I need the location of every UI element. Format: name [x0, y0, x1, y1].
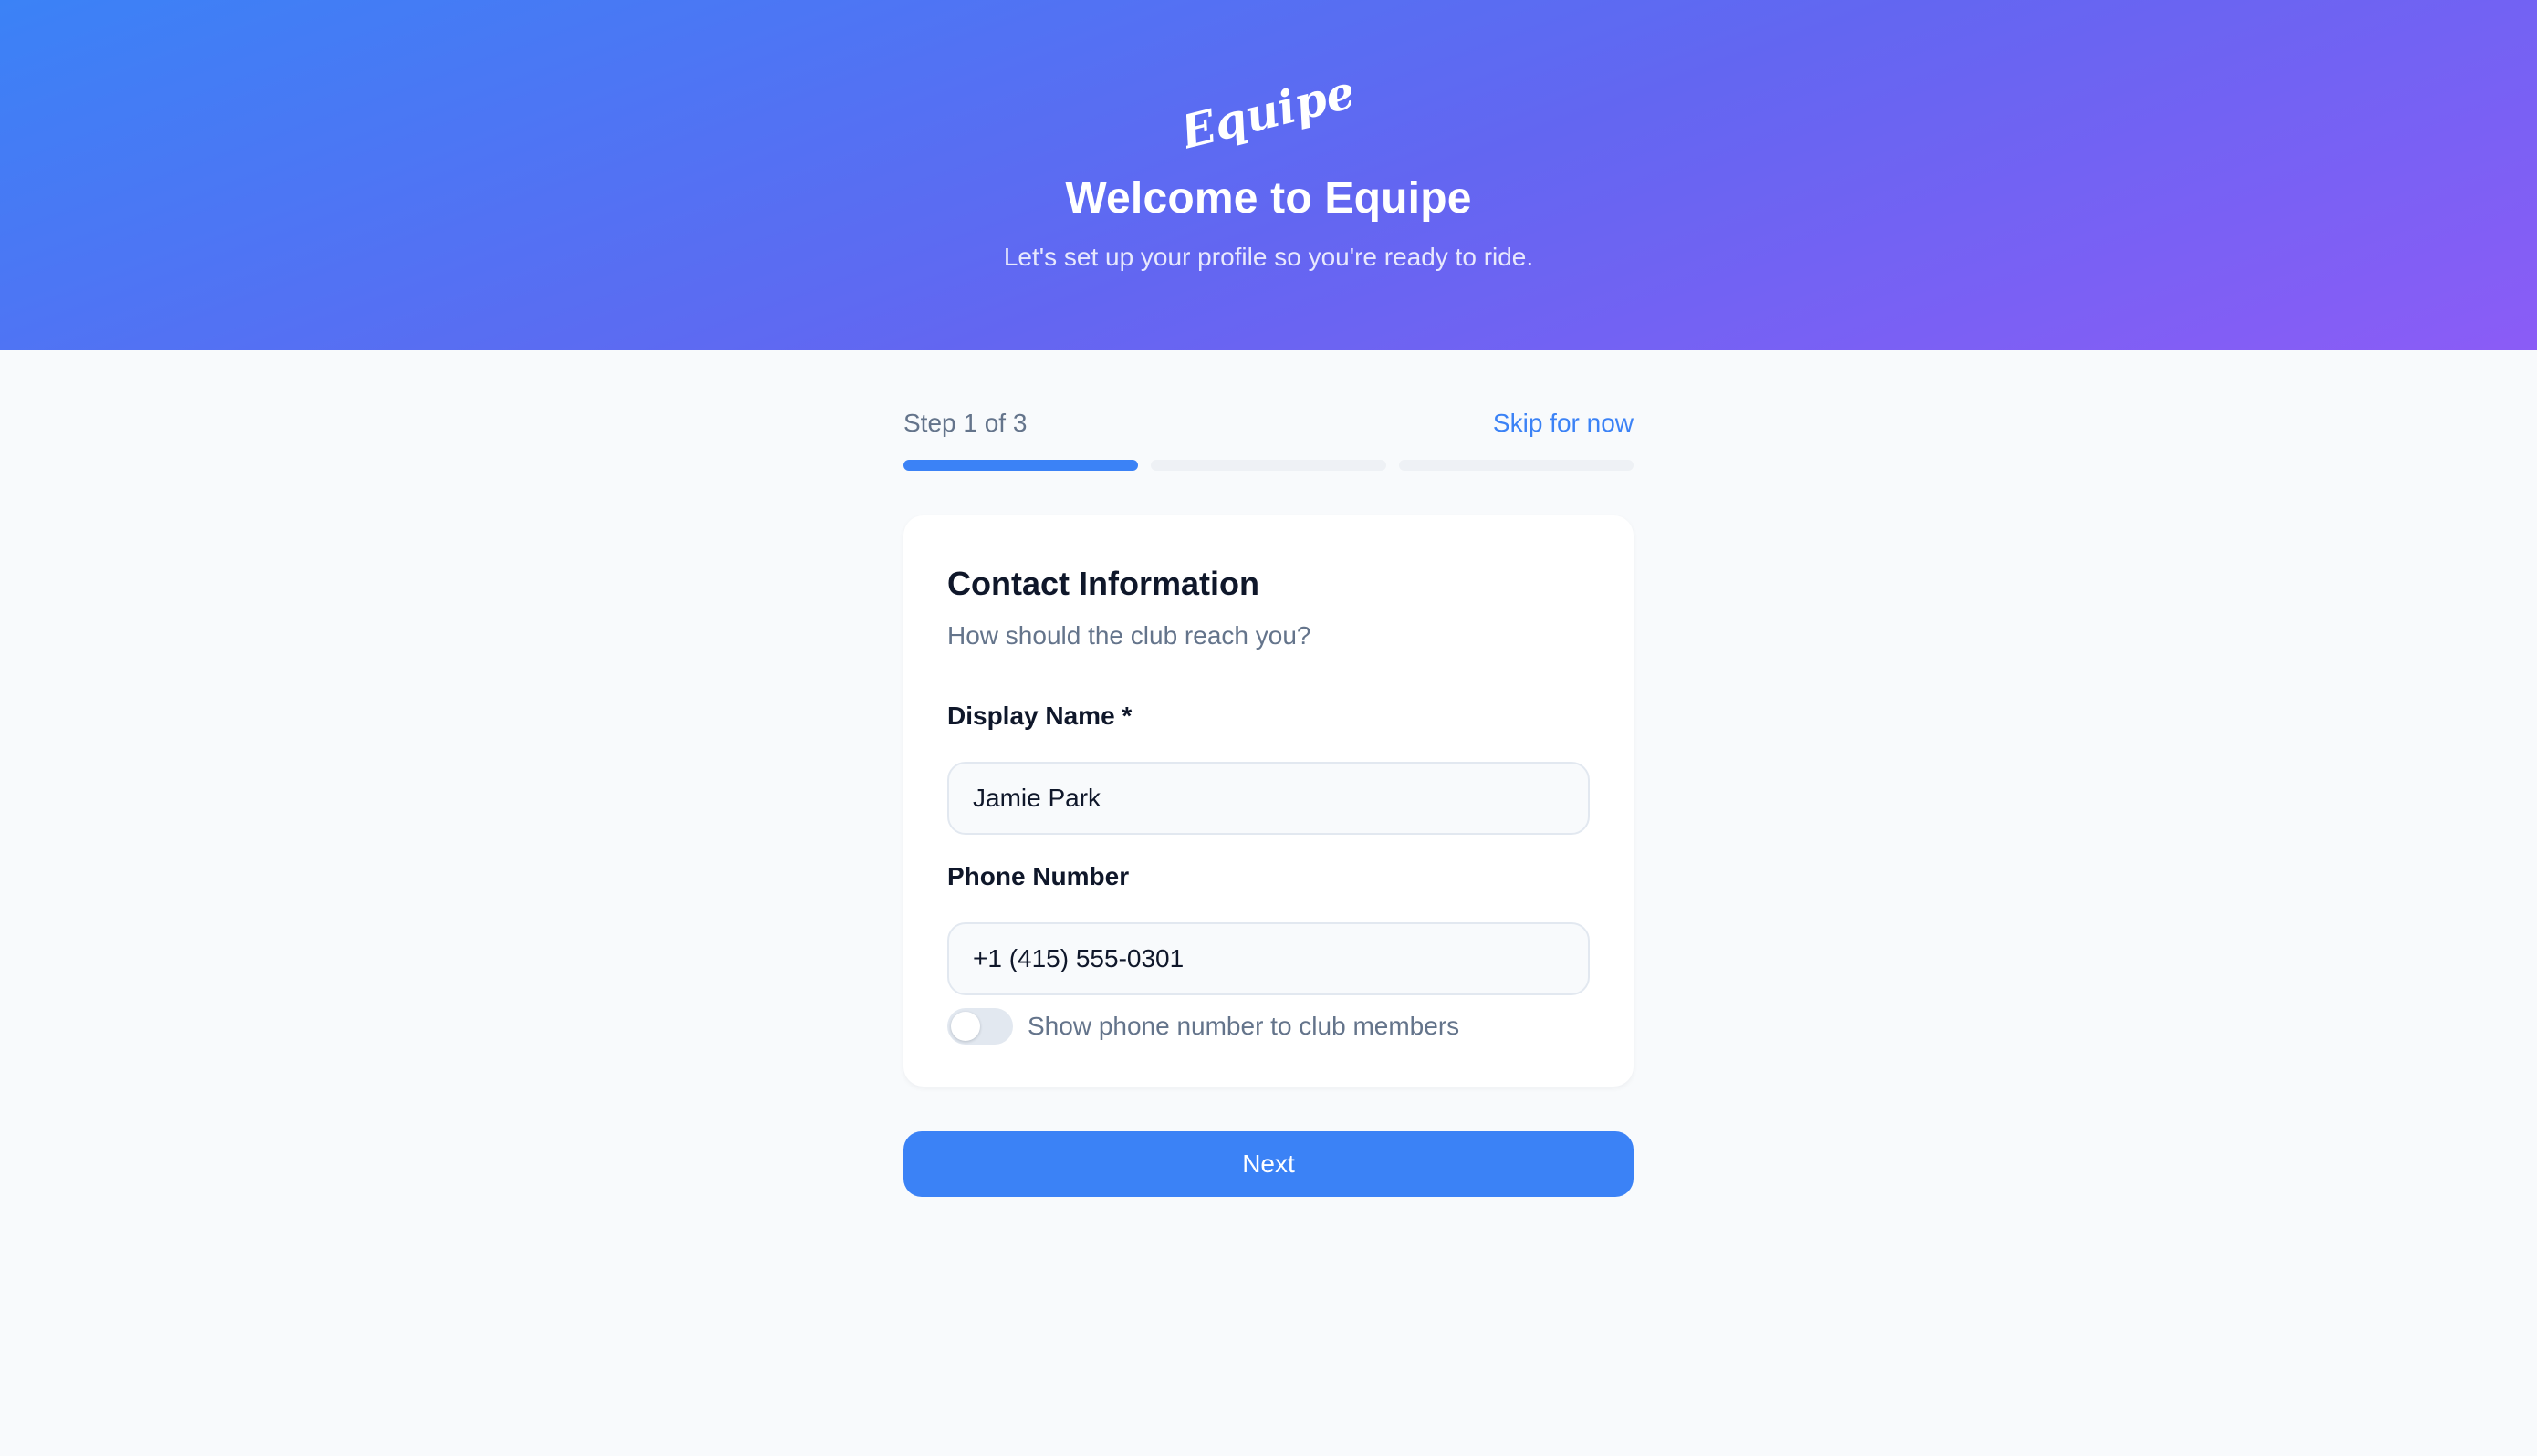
- display-name-label: Display Name *: [947, 702, 1133, 730]
- next-button[interactable]: Next: [903, 1131, 1634, 1197]
- step-progress-bar: [903, 460, 1634, 471]
- phone-number-label: Phone Number: [947, 862, 1130, 890]
- welcome-subtitle: Let's set up your profile so you're read…: [1003, 243, 1534, 271]
- step-indicator: Step 1 of 3: [903, 409, 1028, 437]
- progress-segment-1: [903, 460, 1139, 471]
- skip-for-now-link[interactable]: Skip for now: [1493, 409, 1634, 438]
- contact-information-card: Contact Information How should the club …: [903, 515, 1634, 1087]
- step-header: Step 1 of 3 Skip for now: [903, 409, 1634, 445]
- welcome-banner: Equipe Welcome to Equipe Let's set up yo…: [0, 0, 2537, 350]
- progress-segment-2: [1151, 460, 1386, 471]
- phone-number-input[interactable]: [947, 922, 1590, 995]
- equipe-logo: Equipe: [1186, 66, 1351, 157]
- card-subtitle: How should the club reach you?: [947, 621, 1311, 650]
- toggle-knob: [951, 1012, 980, 1041]
- show-phone-toggle-row: Show phone number to club members: [947, 1006, 1459, 1046]
- show-phone-toggle-label: Show phone number to club members: [1028, 1012, 1460, 1040]
- svg-text:Equipe: Equipe: [1186, 66, 1351, 157]
- card-title: Contact Information: [947, 565, 1259, 602]
- show-phone-toggle[interactable]: [947, 1008, 1013, 1045]
- progress-segment-3: [1398, 460, 1634, 471]
- display-name-input[interactable]: [947, 762, 1590, 835]
- welcome-title: Welcome to Equipe: [1065, 174, 1472, 223]
